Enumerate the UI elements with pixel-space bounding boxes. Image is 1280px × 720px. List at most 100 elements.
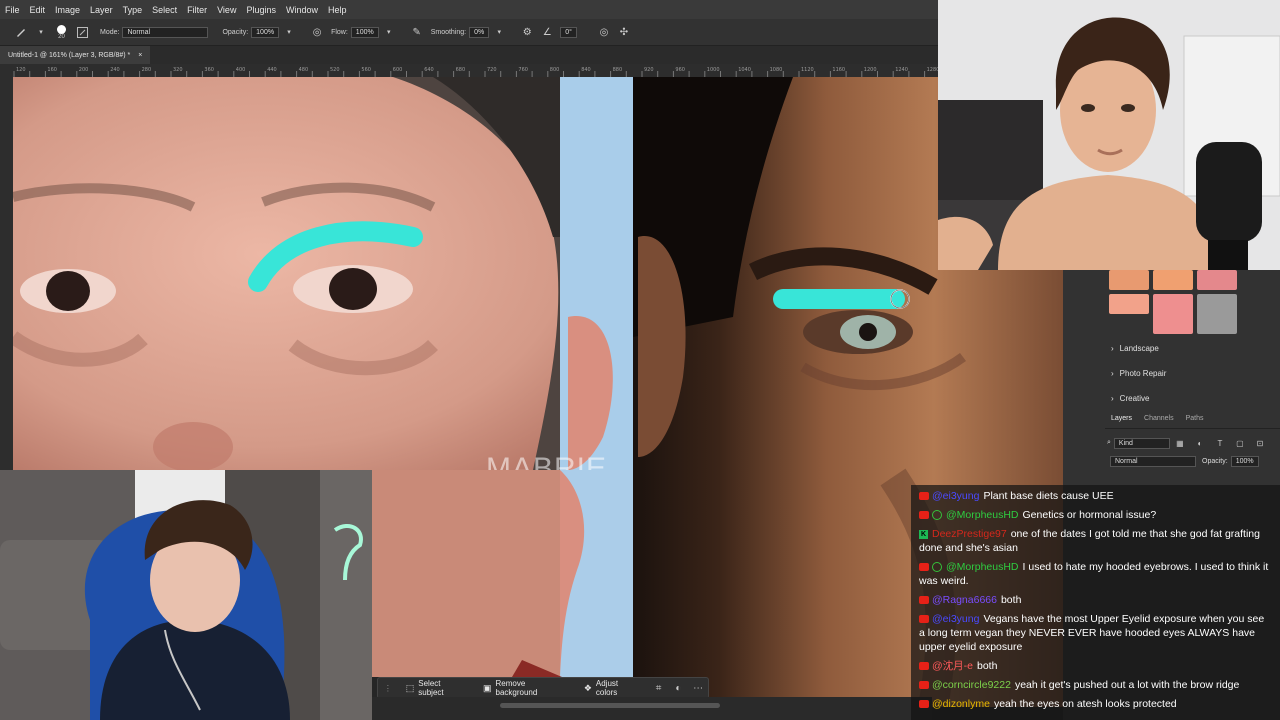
tab-channels[interactable]: Channels <box>1138 412 1180 428</box>
blend-mode-select[interactable]: Normal <box>1110 456 1196 467</box>
chat-message: @MorpheusHD Genetics or hormonal issue? <box>919 508 1272 522</box>
flow-label: Flow: <box>331 28 348 36</box>
smoothing-label: Smoothing: <box>430 28 467 36</box>
brush-tool-icon[interactable] <box>14 25 28 39</box>
layer-opacity-field[interactable]: 100% <box>1230 456 1259 467</box>
pressure-size-icon[interactable]: ◎ <box>597 25 611 39</box>
crop-icon[interactable]: ⌗ <box>652 681 666 695</box>
contextual-task-bar: ⋮ ⬚ Select subject ▣ Remove background ❖… <box>377 677 709 699</box>
drag-handle-icon[interactable]: ⋮ <box>381 681 395 695</box>
filter-shape-icon[interactable]: ▢ <box>1233 436 1247 450</box>
chevron-down-icon[interactable]: ▾ <box>382 25 396 39</box>
chat-message: K DeezPrestige97 one of the dates I got to… <box>919 527 1272 555</box>
member-badge-icon <box>932 510 942 521</box>
left-face-image <box>13 77 633 470</box>
select-subject-label: Select subject <box>418 679 444 697</box>
ruler-tick-label: 840 <box>581 67 591 73</box>
chat-username: @MorpheusHD <box>946 561 1019 573</box>
chevron-down-icon[interactable]: ▾ <box>282 25 296 39</box>
filter-type-icon[interactable]: T <box>1213 436 1227 450</box>
chat-username: @沈月-e <box>932 660 973 672</box>
opacity-field[interactable]: 100% <box>251 26 280 38</box>
preset-thumb[interactable] <box>1153 270 1193 290</box>
airbrush-icon[interactable]: ✎ <box>410 25 424 39</box>
ruler-tick-label: 1200 <box>864 67 877 73</box>
ruler-tick-label: 720 <box>487 67 497 73</box>
youtube-icon <box>919 700 929 709</box>
menu-layer[interactable]: Layer <box>85 5 118 15</box>
member-badge-icon <box>932 562 942 573</box>
presets-section-landscape[interactable]: › Landscape <box>1111 344 1159 353</box>
section-label: Photo Repair <box>1119 369 1167 378</box>
tab-layers[interactable]: Layers <box>1105 412 1138 428</box>
symmetry-icon[interactable]: ✣ <box>617 25 631 39</box>
brush-size-value: 20 <box>58 33 65 40</box>
select-subject-button[interactable]: ⬚ Select subject <box>398 679 475 697</box>
tab-paths[interactable]: Paths <box>1180 412 1210 428</box>
streamer-webcam-image <box>938 0 1280 270</box>
preset-thumb[interactable] <box>1197 294 1237 334</box>
webcam-top-right <box>938 0 1280 270</box>
adjust-colors-button[interactable]: ❖ Adjust colors <box>576 679 649 697</box>
chat-message: @dizonlyme yeah the eyes on atesh looks p… <box>919 697 1272 711</box>
menu-view[interactable]: View <box>212 5 241 15</box>
chevron-down-icon[interactable]: ▾ <box>492 25 506 39</box>
menu-edit[interactable]: Edit <box>25 5 51 15</box>
live-chat-overlay: @ei3yung Plant base diets cause UEE @Morph… <box>911 485 1280 720</box>
chat-username: @ei3yung <box>932 490 980 502</box>
flow-field[interactable]: 100% <box>350 26 379 38</box>
preset-thumb[interactable] <box>1109 270 1149 290</box>
ruler-tick-label: 240 <box>110 67 120 73</box>
document-tab[interactable]: Untitled-1 @ 161% (Layer 3, RGB/8#) * × <box>0 46 151 64</box>
layers-tabs: Layers Channels Paths <box>1105 412 1280 429</box>
ruler-tick-label: 1040 <box>738 67 751 73</box>
presets-section-creative[interactable]: › Creative <box>1111 394 1149 403</box>
streamer-webcam-image-2 <box>0 470 372 720</box>
preset-thumb[interactable] <box>1197 270 1237 290</box>
adjustment-icon[interactable]: ◐ <box>671 681 685 695</box>
preset-thumb[interactable] <box>1109 294 1149 314</box>
menu-plugins[interactable]: Plugins <box>241 5 281 15</box>
youtube-icon <box>919 511 929 520</box>
menu-type[interactable]: Type <box>118 5 148 15</box>
kind-select[interactable]: Kind <box>1113 437 1170 449</box>
scrollbar-thumb[interactable] <box>500 703 720 708</box>
gear-icon[interactable]: ⚙ <box>520 25 534 39</box>
chevron-down-icon[interactable]: ▾ <box>34 25 48 39</box>
ruler-tick-label: 1080 <box>770 67 783 73</box>
youtube-icon <box>919 615 929 624</box>
ruler-tick-label: 640 <box>424 67 434 73</box>
preset-thumb[interactable] <box>1153 294 1193 334</box>
select-subject-icon: ⬚ <box>405 682 415 693</box>
filter-smart-icon[interactable]: ⊡ <box>1253 436 1267 450</box>
layer-blend-row: Normal Opacity: 100% <box>1107 456 1259 467</box>
chat-username: @corncircle9222 <box>932 679 1011 691</box>
ruler-tick-label: 440 <box>267 67 277 73</box>
pressure-opacity-icon[interactable]: ◎ <box>310 25 324 39</box>
close-icon[interactable]: × <box>138 52 142 59</box>
brush-preset-picker[interactable]: 20 <box>57 24 66 40</box>
canvas-left-photo[interactable]: MABRIE <box>13 77 633 470</box>
lower-face-image <box>372 470 633 677</box>
ruler-ticks: 120 160 200 240 280 320 360 400 440 480 520 560 600 6… <box>13 67 939 77</box>
layer-opacity-label: Opacity: <box>1202 458 1228 465</box>
filter-pixel-icon[interactable]: ▦ <box>1173 436 1187 450</box>
menu-help[interactable]: Help <box>323 5 352 15</box>
mode-select[interactable]: Normal <box>122 26 209 38</box>
brush-settings-icon[interactable] <box>75 25 89 39</box>
horizontal-scrollbar[interactable] <box>372 697 932 720</box>
menu-filter[interactable]: Filter <box>182 5 212 15</box>
menu-window[interactable]: Window <box>281 5 323 15</box>
menu-image[interactable]: Image <box>50 5 85 15</box>
ruler-tick-label: 1120 <box>801 67 814 73</box>
canvas-lower-photo[interactable] <box>372 470 633 677</box>
search-icon: ⌕ <box>1107 439 1111 446</box>
presets-section-photo-repair[interactable]: › Photo Repair <box>1111 369 1166 378</box>
smoothing-field[interactable]: 0% <box>469 26 490 38</box>
angle-field[interactable]: 0° <box>560 26 577 38</box>
menu-select[interactable]: Select <box>147 5 182 15</box>
remove-background-button[interactable]: ▣ Remove background <box>475 679 576 697</box>
filter-adjustment-icon[interactable]: ◐ <box>1193 436 1207 450</box>
menu-file[interactable]: File <box>0 5 25 15</box>
more-options-icon[interactable]: ⋯ <box>691 681 705 695</box>
